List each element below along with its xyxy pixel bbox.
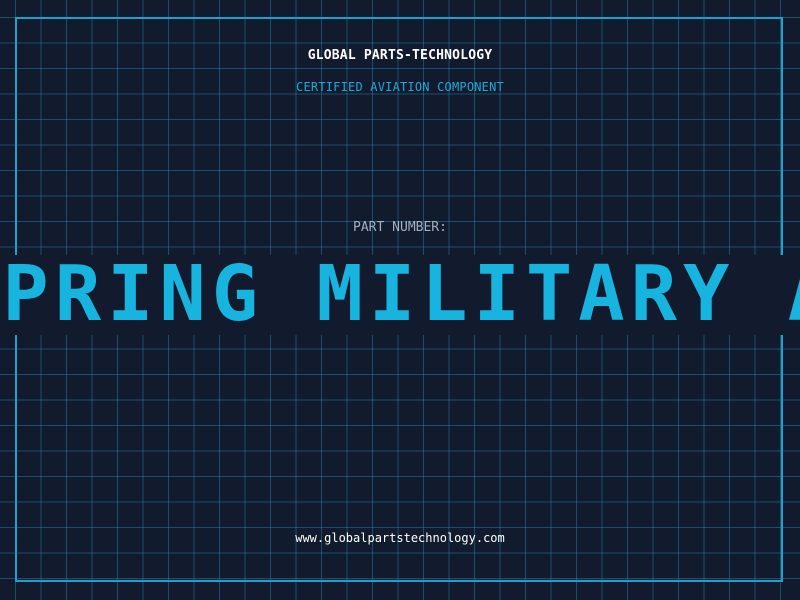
company-name: GLOBAL PARTS-TECHNOLOGY <box>307 48 493 63</box>
part-number-label: PART NUMBER: <box>353 220 447 235</box>
website-url[interactable]: www.globalpartstechnology.com <box>0 531 800 545</box>
part-number-value: SPRING MILITARY AIRCRAFT <box>0 255 800 335</box>
part-number-band: SPRING MILITARY AIRCRAFT <box>0 255 800 335</box>
tagline: CERTIFIED AVIATION COMPONENT <box>296 80 504 94</box>
certificate-card: GLOBAL PARTS-TECHNOLOGY CERTIFIED AVIATI… <box>0 0 800 600</box>
